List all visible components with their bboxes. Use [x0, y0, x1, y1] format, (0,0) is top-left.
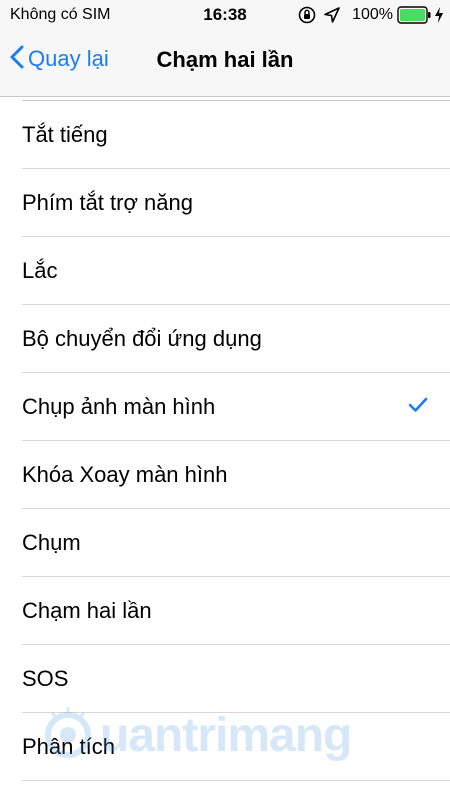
list-item[interactable]: Chụp ảnh màn hình	[22, 373, 450, 441]
list-item-label: Khóa Xoay màn hình	[22, 462, 228, 487]
battery-percent: 100%	[352, 6, 393, 23]
list-item[interactable]: Khóa Xoay màn hình	[22, 441, 450, 509]
battery-icon	[397, 6, 431, 24]
charging-icon	[434, 6, 444, 24]
list-item-label: Phân tích	[22, 734, 115, 759]
list-item[interactable]: Bộ chuyển đổi ứng dụng	[22, 305, 450, 373]
options-list: Tắt tiếng Phím tắt trợ năng Lắc Bộ chuyển đ…	[0, 96, 450, 781]
list-item-label: Chụm	[22, 530, 81, 555]
status-bar: Không có SIM 16:38 100%	[0, 0, 450, 30]
list-item[interactable]: Phím tắt trợ năng	[22, 169, 450, 237]
list-item[interactable]: Tắt tiếng	[22, 101, 450, 169]
page-title: Chạm hai lần	[156, 47, 294, 72]
list-item[interactable]: Chụm	[22, 509, 450, 577]
list-item-label: Phím tắt trợ năng	[22, 190, 193, 215]
location-icon	[324, 7, 340, 23]
list-item-label: SOS	[22, 666, 69, 691]
orientation-lock-icon	[298, 6, 316, 24]
list-item-label: Lắc	[22, 258, 58, 283]
rows-container: Tắt tiếng Phím tắt trợ năng Lắc Bộ chuyển đ…	[0, 101, 450, 781]
list-item-label: Chụp ảnh màn hình	[22, 394, 216, 419]
list-item[interactable]: SOS	[22, 645, 450, 713]
list-item-label: Bộ chuyển đổi ứng dụng	[22, 326, 262, 351]
checkmark-icon	[408, 397, 428, 418]
list-item[interactable]: Lắc	[22, 237, 450, 305]
list-item-label: Tắt tiếng	[22, 122, 108, 147]
status-indicators: 100%	[298, 4, 444, 26]
list-item[interactable]: Phân tích	[22, 713, 450, 781]
list-item[interactable]: Chạm hai lần	[22, 577, 450, 645]
navigation-bar: Quay lại Chạm hai lần	[0, 30, 450, 97]
list-item-label: Chạm hai lần	[22, 598, 152, 623]
